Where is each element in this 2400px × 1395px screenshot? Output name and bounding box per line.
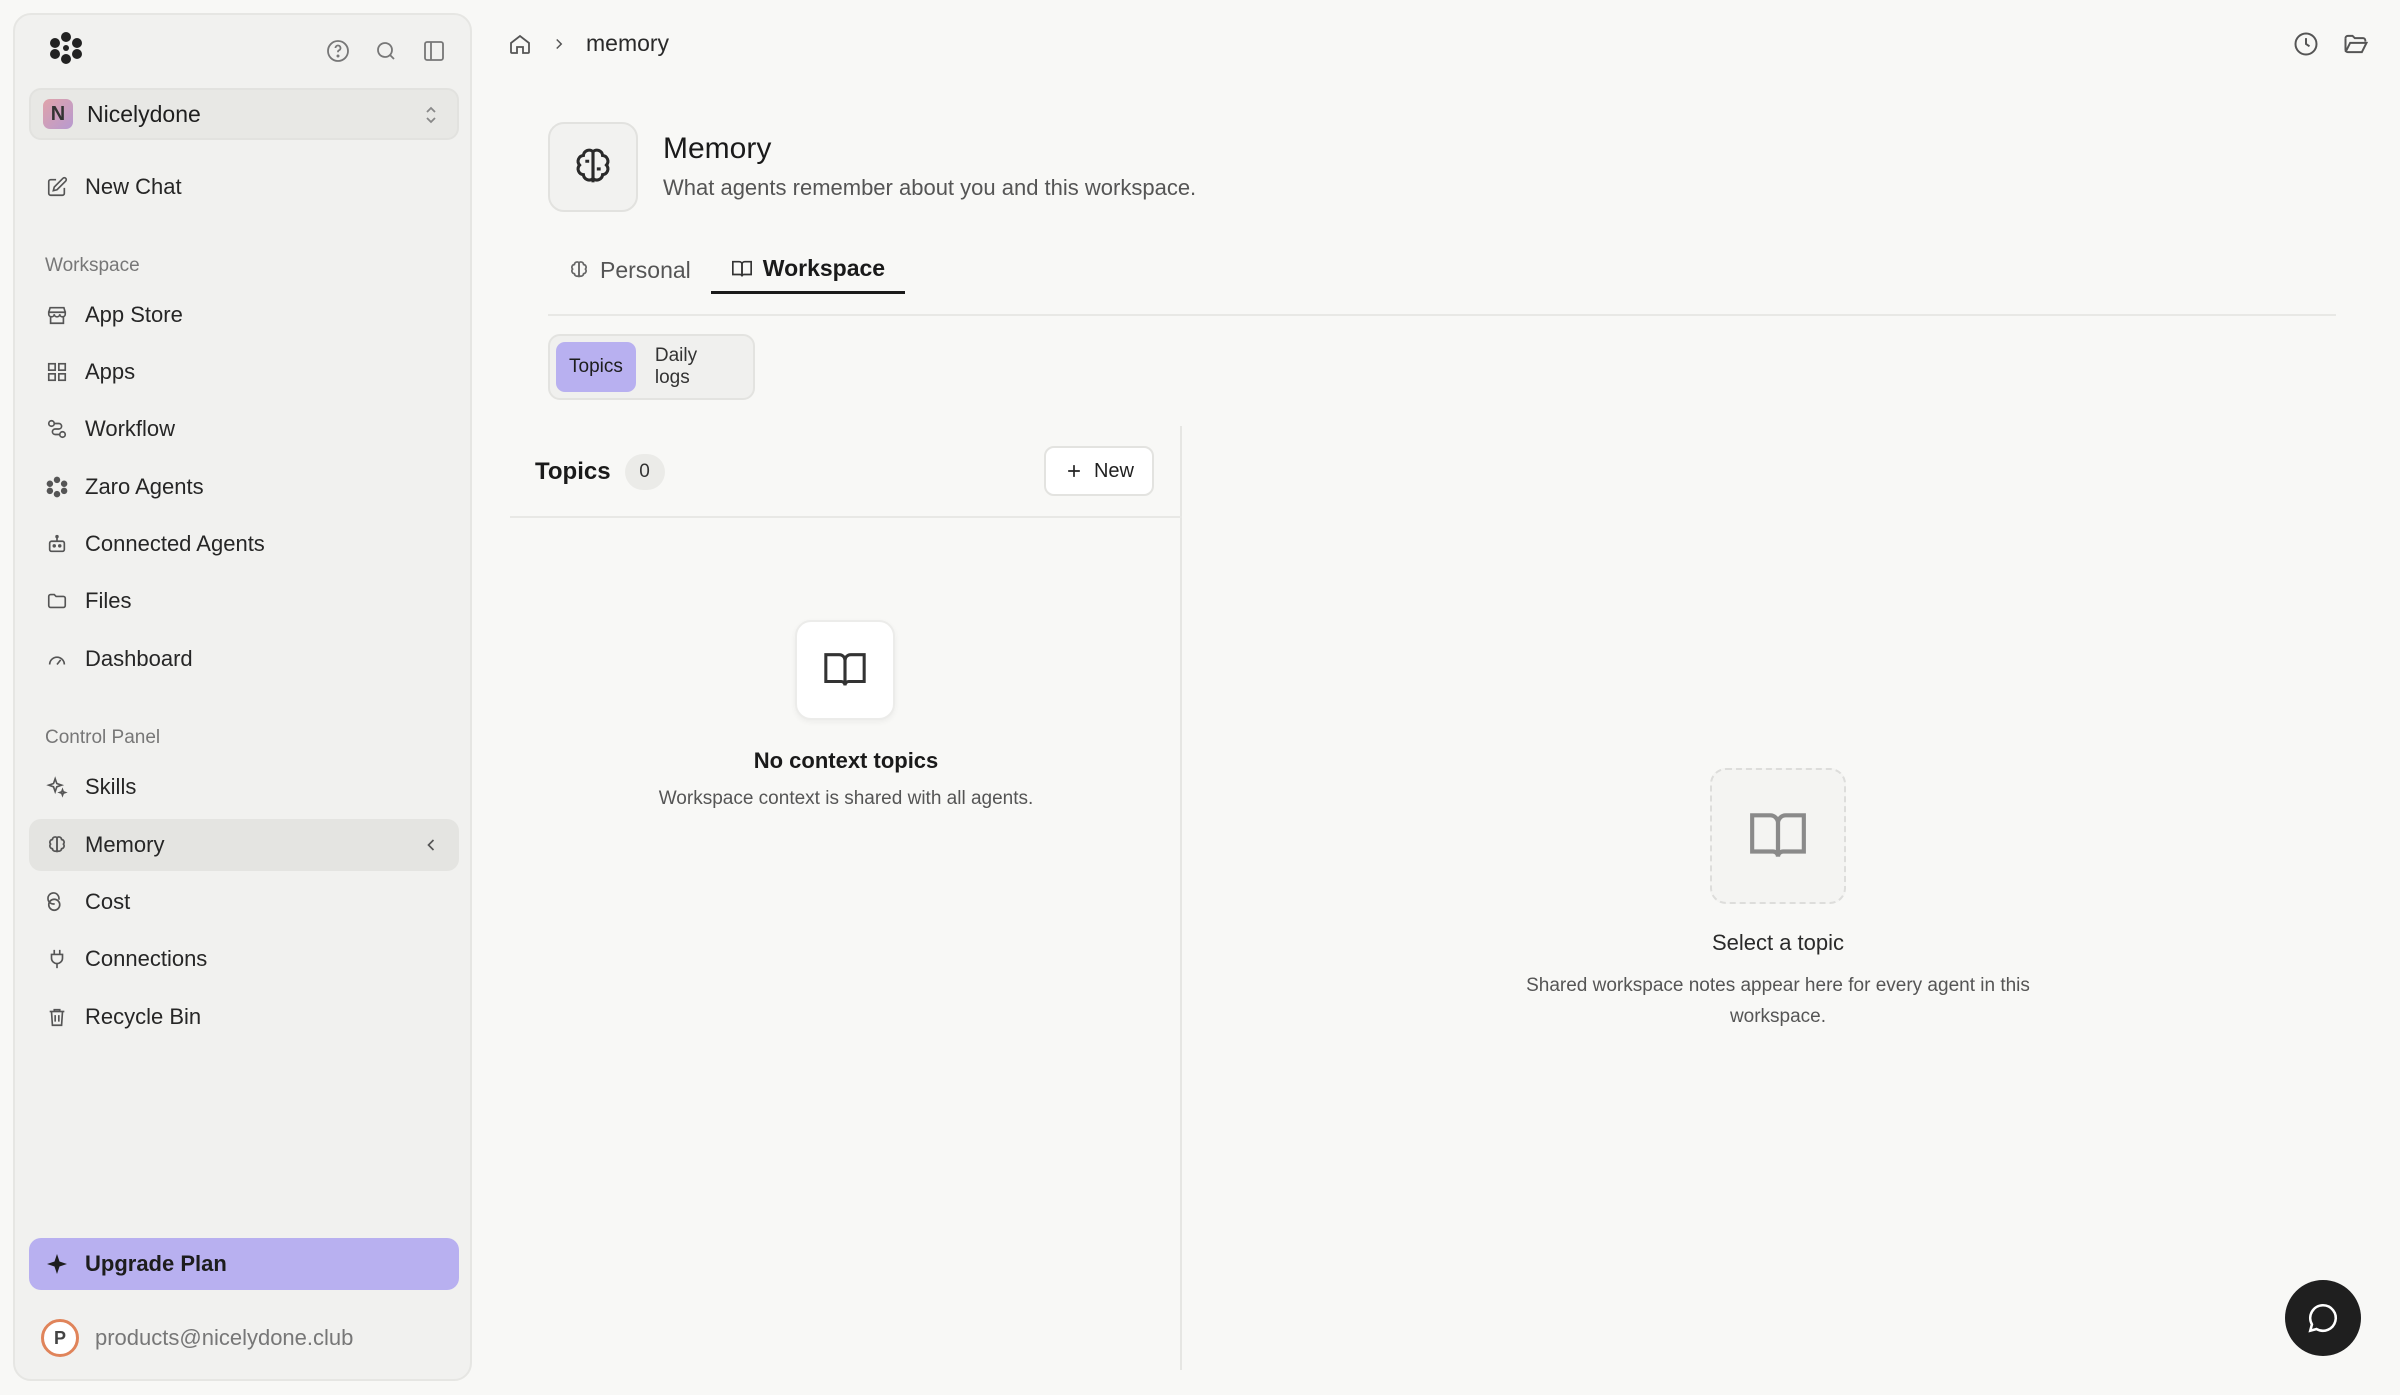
folder-open-icon[interactable] [2342, 30, 2370, 58]
chat-fab-button[interactable] [2285, 1280, 2361, 1356]
chat-bubble-icon [2306, 1301, 2340, 1335]
sidebar-item-cost[interactable]: Cost [29, 876, 459, 928]
tab-label: Personal [600, 256, 691, 283]
chevron-left-icon[interactable] [421, 835, 441, 855]
agents-logo-icon [45, 475, 69, 499]
breadcrumb-current: memory [586, 30, 670, 56]
topics-pane: Topics 0 New No context topics Workspace… [510, 426, 1182, 1370]
sidebar-item-label: Connections [85, 946, 208, 971]
sidebar-item-label: Zaro Agents [85, 474, 204, 499]
breadcrumb: memory [508, 30, 2370, 57]
sidebar-item-label: App Store [85, 302, 183, 327]
user-account[interactable]: P products@nicelydone.club [41, 1318, 353, 1358]
chevron-right-icon [550, 35, 568, 53]
brain-icon [570, 144, 616, 190]
sidebar-item-label: Dashboard [85, 646, 193, 671]
plus-icon [1064, 461, 1084, 481]
topbar: memory [508, 30, 2370, 70]
sidebar-toggle-icon[interactable] [418, 35, 450, 67]
upgrade-label: Upgrade Plan [85, 1251, 227, 1276]
empty-topics-title: No context topics [753, 748, 939, 773]
search-icon[interactable] [370, 35, 402, 67]
sidebar-item-memory[interactable]: Memory [29, 819, 459, 871]
avatar: P [41, 1319, 79, 1357]
sidebar-item-connected-agents[interactable]: Connected Agents [29, 518, 459, 570]
new-topic-label: New [1093, 459, 1134, 482]
gauge-icon [45, 647, 69, 671]
new-chat-label: New Chat [85, 174, 182, 199]
sidebar-item-label: Workflow [85, 416, 176, 441]
sidebar-item-label: Recycle Bin [85, 1004, 202, 1029]
book-icon [731, 258, 753, 280]
workflow-icon [45, 417, 69, 441]
sidebar-item-connections[interactable]: Connections [29, 933, 459, 985]
new-chat-button[interactable]: New Chat [29, 161, 459, 213]
workspace-avatar: N [43, 99, 73, 129]
app-logo-icon[interactable] [49, 31, 83, 65]
control-panel-section-label: Control Panel [45, 727, 161, 748]
topbar-actions [2292, 30, 2370, 58]
user-email: products@nicelydone.club [95, 1325, 354, 1350]
page-subtitle: What agents remember about you and this … [663, 175, 1197, 200]
memory-tabs: Personal Workspace [548, 246, 906, 294]
plug-icon [45, 947, 69, 971]
new-topic-button[interactable]: New [1043, 446, 1154, 496]
sidebar-item-label: Apps [85, 359, 136, 384]
view-segmented-control: Topics Daily logs [548, 334, 755, 400]
home-icon[interactable] [508, 32, 532, 56]
trash-icon [45, 1005, 69, 1029]
empty-topics-icon [795, 620, 895, 720]
sidebar-item-dashboard[interactable]: Dashboard [29, 633, 459, 685]
sidebar-item-label: Memory [85, 832, 165, 857]
chevron-up-down-icon [421, 104, 441, 126]
segment-topics[interactable]: Topics [556, 342, 636, 392]
sidebar-item-recycle-bin[interactable]: Recycle Bin [29, 991, 459, 1043]
sidebar-item-files[interactable]: Files [29, 575, 459, 627]
book-icon [822, 647, 868, 693]
empty-topics-subtitle: Workspace context is shared with all age… [658, 788, 1034, 809]
sidebar-item-app-store[interactable]: App Store [29, 289, 459, 341]
tab-workspace[interactable]: Workspace [710, 246, 906, 294]
brain-icon [568, 259, 590, 281]
upgrade-plan-button[interactable]: Upgrade Plan [29, 1238, 459, 1290]
tab-personal[interactable]: Personal [548, 246, 711, 294]
sidebar-item-label: Cost [85, 889, 131, 914]
bot-icon [45, 532, 69, 556]
help-icon[interactable] [322, 35, 354, 67]
tabs-divider [548, 314, 2336, 316]
sidebar-item-workflow[interactable]: Workflow [29, 403, 459, 455]
store-icon [45, 303, 69, 327]
detail-empty-title: Select a topic [1711, 930, 1845, 955]
edit-icon [45, 175, 69, 199]
topics-title: Topics [535, 458, 611, 485]
sidebar-item-zaro-agents[interactable]: Zaro Agents [29, 461, 459, 513]
sparkle-icon [45, 1252, 69, 1276]
memory-header-icon [548, 122, 638, 212]
topics-divider [510, 516, 1182, 518]
sidebar-top [35, 31, 450, 71]
sidebar-item-skills[interactable]: Skills [29, 761, 459, 813]
workspace-section-label: Workspace [45, 255, 140, 276]
topics-header: Topics 0 [535, 454, 665, 490]
tab-label: Workspace [762, 255, 886, 281]
sidebar-item-label: Skills [85, 774, 137, 799]
workspace-name: Nicelydone [87, 100, 201, 127]
workspace-switcher[interactable]: N Nicelydone [29, 88, 459, 140]
sidebar-item-label: Files [85, 588, 132, 613]
detail-empty-subtitle: Shared workspace notes appear here for e… [1526, 975, 2030, 1027]
page-title: Memory [663, 132, 772, 165]
sidebar: N Nicelydone New Chat Workspace App Stor… [13, 13, 472, 1381]
history-icon[interactable] [2292, 30, 2320, 58]
segment-daily-logs[interactable]: Daily logs [642, 342, 747, 392]
folder-icon [45, 589, 69, 613]
sparkles-icon [45, 775, 69, 799]
select-topic-icon [1710, 768, 1846, 904]
coins-icon [45, 890, 69, 914]
sidebar-item-label: Connected Agents [85, 531, 265, 556]
sidebar-item-apps[interactable]: Apps [29, 346, 459, 398]
topics-count-badge: 0 [624, 454, 665, 490]
brain-icon [45, 833, 69, 857]
grid-icon [45, 360, 69, 384]
book-icon [1747, 805, 1809, 867]
